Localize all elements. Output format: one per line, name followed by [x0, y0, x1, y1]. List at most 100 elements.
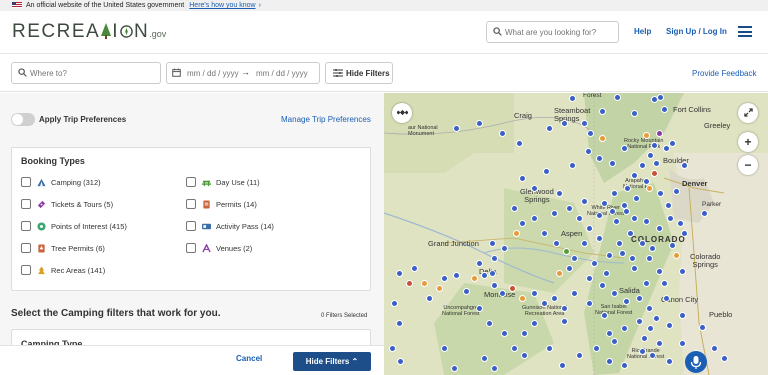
map-marker[interactable] — [530, 214, 538, 222]
map-marker[interactable] — [452, 271, 460, 279]
checkbox[interactable] — [186, 177, 196, 187]
map-marker[interactable] — [650, 169, 658, 177]
hide-filters-toggle-button[interactable]: Hide Filters — [325, 62, 393, 84]
map-marker[interactable] — [580, 119, 588, 127]
map-marker[interactable] — [545, 344, 553, 352]
map-marker[interactable] — [645, 304, 653, 312]
map-marker[interactable] — [598, 281, 606, 289]
map-marker[interactable] — [595, 211, 603, 219]
map-marker[interactable] — [584, 147, 592, 155]
map-marker[interactable] — [710, 344, 718, 352]
map-marker[interactable] — [598, 134, 606, 142]
map-marker[interactable] — [475, 304, 483, 312]
map-marker[interactable] — [395, 319, 403, 327]
map-marker[interactable] — [680, 161, 688, 169]
map-marker[interactable] — [565, 264, 573, 272]
map-marker[interactable] — [642, 131, 650, 139]
map-marker[interactable] — [642, 177, 650, 185]
map-marker[interactable] — [470, 274, 478, 282]
map-marker[interactable] — [462, 287, 470, 295]
map-marker[interactable] — [545, 124, 553, 132]
checkbox[interactable] — [186, 243, 196, 253]
map-marker[interactable] — [720, 354, 728, 362]
map-marker[interactable] — [498, 129, 506, 137]
map-marker[interactable] — [480, 354, 488, 362]
map-marker[interactable] — [662, 144, 670, 152]
map-marker[interactable] — [475, 259, 483, 267]
map-marker[interactable] — [520, 351, 528, 359]
map-marker[interactable] — [585, 274, 593, 282]
provide-feedback-link[interactable]: Provide Feedback — [692, 69, 756, 78]
map-marker[interactable] — [590, 259, 598, 267]
checkbox[interactable] — [186, 199, 196, 209]
map-marker[interactable] — [552, 239, 560, 247]
zoom-out-button[interactable]: − — [738, 155, 758, 175]
map-marker[interactable] — [668, 241, 676, 249]
map-marker[interactable] — [510, 344, 518, 352]
map-marker[interactable] — [626, 229, 634, 237]
map-marker[interactable] — [676, 219, 684, 227]
map-marker[interactable] — [450, 364, 458, 372]
map-marker[interactable] — [490, 254, 498, 262]
hide-filters-button[interactable]: Hide Filters ⌃ — [293, 352, 371, 371]
map-marker[interactable] — [678, 311, 686, 319]
satellite-layer-button[interactable] — [392, 103, 412, 123]
map-marker[interactable] — [440, 344, 448, 352]
map-marker[interactable] — [613, 93, 621, 101]
map-marker[interactable] — [388, 344, 396, 352]
map-marker[interactable] — [518, 174, 526, 182]
map-marker[interactable] — [620, 324, 628, 332]
zoom-in-button[interactable]: + — [738, 132, 758, 152]
site-search[interactable] — [486, 21, 619, 43]
map-marker[interactable] — [592, 344, 600, 352]
map-marker[interactable] — [585, 224, 593, 232]
map-marker[interactable] — [630, 171, 638, 179]
map-marker[interactable] — [615, 239, 623, 247]
checkbox[interactable] — [21, 265, 31, 275]
map-marker[interactable] — [618, 249, 626, 257]
map-marker[interactable] — [665, 321, 673, 329]
map-marker[interactable] — [586, 129, 594, 137]
map-marker[interactable] — [550, 294, 558, 302]
map-marker[interactable] — [518, 294, 526, 302]
map-marker[interactable] — [632, 194, 640, 202]
map-marker[interactable] — [475, 119, 483, 127]
map-marker[interactable] — [530, 289, 538, 297]
map-marker[interactable] — [485, 319, 493, 327]
map-marker[interactable] — [498, 289, 506, 297]
map-marker[interactable] — [555, 269, 563, 277]
map-marker[interactable] — [620, 144, 628, 152]
map-marker[interactable] — [542, 167, 550, 175]
map-marker[interactable] — [668, 139, 676, 147]
map-marker[interactable] — [655, 224, 663, 232]
checkbox[interactable] — [21, 199, 31, 209]
map-marker[interactable] — [612, 217, 620, 225]
map-marker[interactable] — [540, 229, 548, 237]
map-marker[interactable] — [622, 297, 630, 305]
map-marker[interactable] — [570, 254, 578, 262]
map-marker[interactable] — [500, 329, 508, 337]
map-marker[interactable] — [650, 141, 658, 149]
start-date-input[interactable] — [187, 66, 239, 80]
map-marker[interactable] — [565, 204, 573, 212]
map-marker[interactable] — [488, 269, 496, 277]
where-to-input[interactable] — [30, 66, 150, 80]
map-marker[interactable] — [595, 234, 603, 242]
results-map[interactable]: Forest Craig Steamboat Springs aur Natio… — [384, 93, 768, 375]
map-marker[interactable] — [420, 279, 428, 287]
map-marker[interactable] — [700, 209, 708, 217]
map-marker[interactable] — [628, 254, 636, 262]
checkbox[interactable] — [21, 221, 31, 231]
map-marker[interactable] — [602, 269, 610, 277]
map-marker[interactable] — [608, 159, 616, 167]
map-marker[interactable] — [656, 93, 664, 101]
map-marker[interactable] — [518, 219, 526, 227]
map-marker[interactable] — [638, 161, 646, 169]
map-marker[interactable] — [642, 279, 650, 287]
manage-trip-preferences-link[interactable]: Manage Trip Preferences — [281, 115, 371, 124]
map-marker[interactable] — [480, 271, 488, 279]
site-search-input[interactable] — [505, 24, 615, 40]
map-marker[interactable] — [488, 239, 496, 247]
checkbox[interactable] — [21, 177, 31, 187]
map-marker[interactable] — [560, 317, 568, 325]
